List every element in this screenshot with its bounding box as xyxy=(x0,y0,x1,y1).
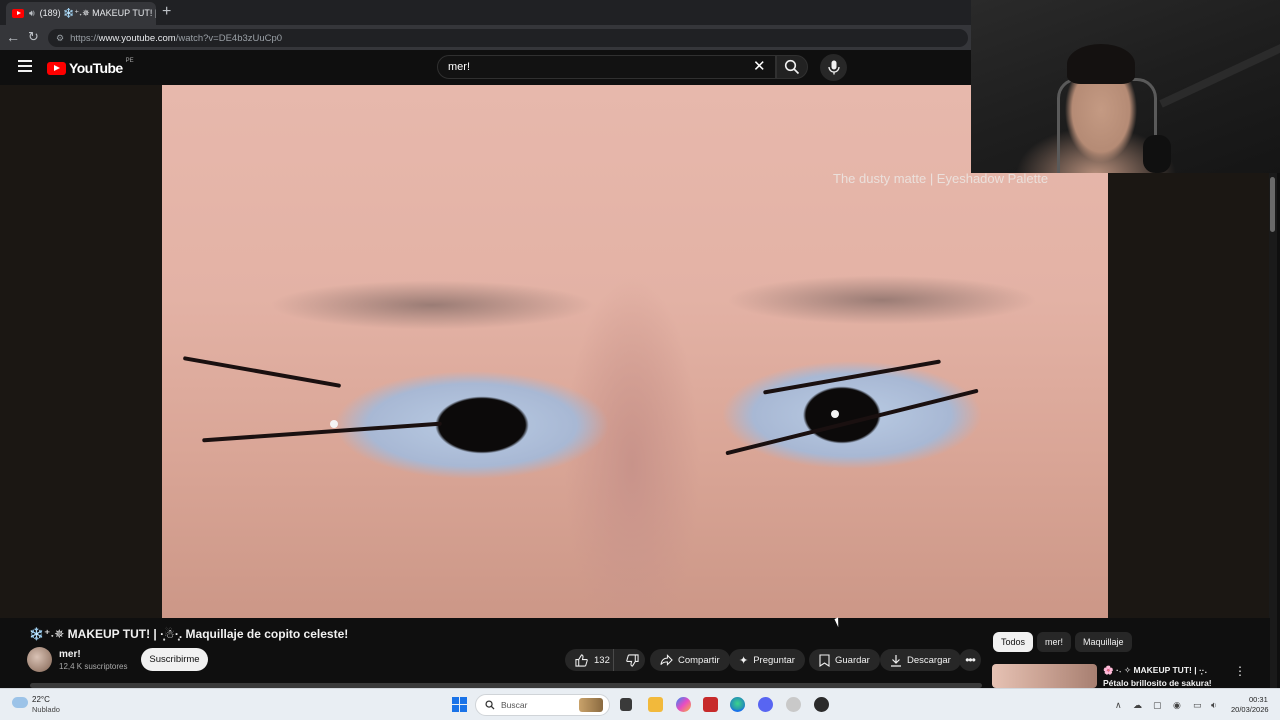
tray-app-icon[interactable]: ▢ xyxy=(1153,700,1162,711)
search-input[interactable]: mer! xyxy=(437,55,776,79)
video-frame[interactable] xyxy=(162,85,1108,618)
clock-time[interactable]: 00:31 xyxy=(1249,695,1268,704)
share-icon xyxy=(660,654,673,666)
display-icon[interactable]: ▭ xyxy=(1193,700,1202,711)
youtube-favicon-icon xyxy=(12,9,24,18)
scrollbar-thumb[interactable] xyxy=(1270,177,1275,232)
windows-start-icon[interactable] xyxy=(452,697,467,712)
taskbar-search[interactable]: Buscar xyxy=(475,694,610,716)
thumbs-down-icon xyxy=(625,653,639,667)
voice-search-button[interactable] xyxy=(820,54,847,81)
search-query: mer! xyxy=(448,61,470,73)
chip-channel[interactable]: mer! xyxy=(1037,632,1071,652)
discord-icon[interactable] xyxy=(758,697,773,712)
search-icon xyxy=(784,59,800,75)
sparkle-icon: ✦ xyxy=(739,654,749,667)
new-tab-icon[interactable]: + xyxy=(162,4,171,20)
windows-taskbar xyxy=(0,688,1280,720)
download-icon xyxy=(891,654,901,667)
tab-title: (189) ❄️⁺˖✵ MAKEUP TUT! | ·̩͙ xyxy=(39,8,156,18)
browser-tab[interactable]: 🔊︎ (189) ❄️⁺˖✵ MAKEUP TUT! | ·̩͙ ✕ xyxy=(6,2,156,25)
clock-date[interactable]: 20/03/2026 xyxy=(1231,705,1269,714)
edge-browser-icon[interactable] xyxy=(730,697,745,712)
url-host: www.youtube.com xyxy=(98,32,176,44)
like-count: 132 xyxy=(594,654,610,666)
volume-icon[interactable]: 🔉︎ xyxy=(1211,700,1217,711)
search-button[interactable] xyxy=(776,55,808,79)
save-label: Guardar xyxy=(835,654,870,666)
task-view-icon[interactable] xyxy=(620,698,632,711)
like-dislike-group: 132 xyxy=(565,649,645,671)
search-highlight-icon xyxy=(579,698,603,712)
save-button[interactable]: Guardar xyxy=(809,649,880,671)
share-label: Compartir xyxy=(678,654,720,666)
hamburger-menu-icon[interactable] xyxy=(18,60,32,72)
microphone-icon xyxy=(827,60,840,75)
thumbs-up-icon xyxy=(575,653,588,667)
office-app-icon[interactable] xyxy=(703,697,718,712)
weather-description[interactable]: Nublado xyxy=(32,705,60,714)
country-code: PE xyxy=(125,58,134,64)
url-field[interactable]: ⚙︎ https://www.youtube.com/watch?v=DE4b3… xyxy=(48,29,968,47)
tray-app-icon-2[interactable]: ◉ xyxy=(1173,700,1181,711)
video-caption-overlay: The dusty matte | Eyeshadow Palette xyxy=(833,171,1049,186)
more-actions-icon[interactable]: ••• xyxy=(959,649,981,671)
recommended-video-thumbnail[interactable] xyxy=(992,664,1097,688)
page-scrollbar[interactable] xyxy=(1269,173,1277,688)
bookmark-icon xyxy=(819,653,830,667)
reload-icon[interactable]: ↻ xyxy=(28,29,39,45)
clear-search-icon[interactable]: ✕ xyxy=(753,58,766,76)
youtube-play-icon xyxy=(47,61,66,75)
site-info-icon[interactable]: ⚙︎ xyxy=(56,33,64,44)
weather-temperature[interactable]: 22°C xyxy=(32,695,50,704)
like-button[interactable]: 132 xyxy=(565,649,615,671)
channel-name[interactable]: mer! xyxy=(59,649,81,660)
taskbar-search-placeholder: Buscar xyxy=(501,700,528,710)
ask-button[interactable]: ✦ Preguntar xyxy=(729,649,805,671)
youtube-logo[interactable]: YouTube PE xyxy=(47,58,134,76)
subscribe-button[interactable]: Suscribirme xyxy=(141,648,208,671)
share-button[interactable]: Compartir xyxy=(650,649,730,671)
file-explorer-icon[interactable] xyxy=(648,697,663,712)
channel-avatar[interactable] xyxy=(27,647,52,672)
obs-icon[interactable] xyxy=(786,697,801,712)
download-label: Descargar xyxy=(907,654,951,666)
youtube-logo-text: YouTube xyxy=(69,60,123,76)
back-arrow-icon[interactable]: ← xyxy=(6,29,20,45)
chevron-up-icon[interactable]: ∧ xyxy=(1115,700,1122,711)
vertical-dots-menu-icon[interactable]: ⋮ xyxy=(1234,664,1246,678)
video-title: ❄️⁺˖✵ MAKEUP TUT! | ·̩͙☃·̩͙. Maquillaje … xyxy=(29,627,349,641)
recommended-video-title-line1[interactable]: 🌸 ·˖ ✧ MAKEUP TUT! | ·̩͙·. xyxy=(1103,665,1207,676)
url-path: /watch?v=DE4b3zUuCp0 xyxy=(175,32,283,44)
chip-makeup[interactable]: Maquillaje xyxy=(1075,632,1132,652)
streamer-webcam xyxy=(971,0,1280,173)
chip-all[interactable]: Todos xyxy=(993,632,1034,652)
copilot-icon[interactable] xyxy=(676,697,691,712)
taskbar-search-icon xyxy=(485,700,495,710)
dislike-button[interactable] xyxy=(619,649,645,671)
download-button[interactable]: Descargar xyxy=(880,649,961,671)
streaming-app-icon[interactable] xyxy=(814,697,829,712)
cloud-icon[interactable] xyxy=(12,697,28,708)
ask-label: Preguntar xyxy=(753,654,795,666)
onedrive-icon[interactable]: ☁︎ xyxy=(1133,700,1142,711)
subscriber-count: 12,4 K suscriptores xyxy=(59,662,128,671)
url-prefix: https:// xyxy=(70,32,99,44)
speaker-icon[interactable]: 🔊︎ xyxy=(29,8,35,19)
recommended-video-title-line2[interactable]: Pétalo brillosito de sakura! xyxy=(1103,678,1212,688)
